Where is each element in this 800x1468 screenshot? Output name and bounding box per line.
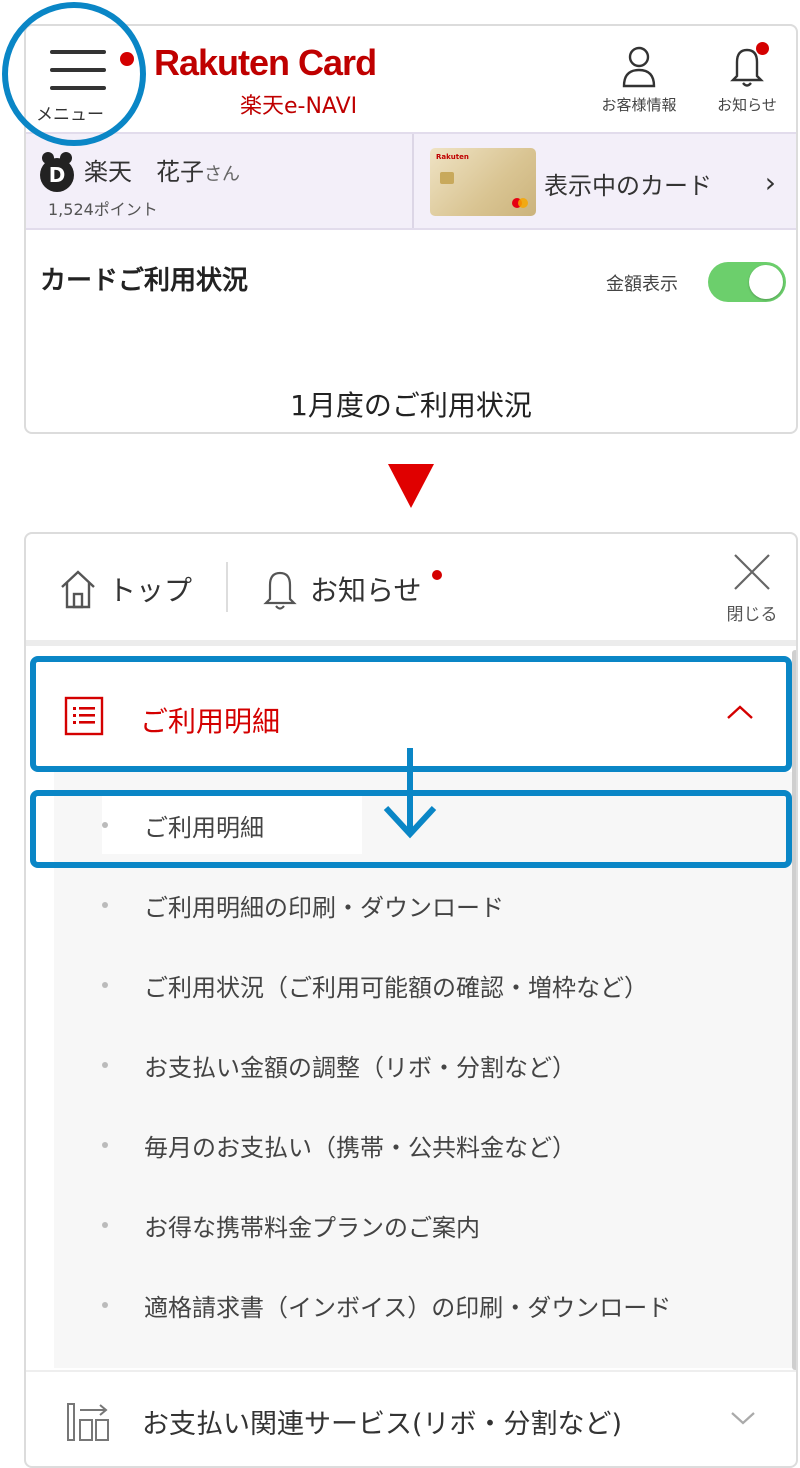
submenu-item[interactable]: 適格請求書（インボイス）の印刷・ダウンロード (54, 1274, 796, 1334)
close-button[interactable]: 閉じる (722, 552, 782, 632)
bullet-icon (102, 1062, 108, 1068)
bullet-icon (102, 982, 108, 988)
bullet-icon (102, 1222, 108, 1228)
menu-divider (26, 640, 796, 646)
section-payment-services[interactable]: お支払い関連サービス(リボ・分割など) (26, 1370, 796, 1466)
notice-button[interactable]: お知らせ (702, 42, 792, 115)
nav-divider (226, 562, 228, 612)
close-label: 閉じる (726, 605, 778, 625)
customer-info-label: お客様情報 (601, 96, 677, 114)
user-name: 楽天 花子さん (84, 152, 240, 187)
customer-info-button[interactable]: お客様情報 (594, 44, 684, 115)
amount-toggle[interactable] (708, 262, 786, 302)
user-name-text: 楽天 花子 (84, 158, 204, 186)
nav-top-label: トップ (108, 574, 193, 607)
bullet-icon (102, 1142, 108, 1148)
amount-toggle-label: 金額表示 (606, 274, 678, 295)
user-points: 1,524ポイント (48, 200, 158, 219)
submenu-item[interactable]: ご利用明細の印刷・ダウンロード (54, 874, 796, 934)
submenu-item-label: ご利用状況（ご利用可能額の確認・増枠など） (144, 974, 648, 1002)
menu-scrollbar[interactable] (792, 650, 796, 1370)
rank-badge-icon: D (40, 152, 74, 192)
menu-highlight-circle (2, 2, 146, 146)
month-usage-text[interactable]: 1月度のご利用状況 (26, 384, 796, 424)
section-payment-services-label: お支払い関連サービス(リボ・分割など) (142, 1409, 623, 1440)
submenu-item-label: お得な携帯料金プランのご案内 (144, 1214, 480, 1242)
home-icon (61, 570, 95, 609)
news-dot (432, 570, 442, 580)
userbar-divider (412, 134, 414, 228)
user-honorific: さん (204, 164, 240, 185)
notice-dot (756, 42, 769, 55)
submenu-item-label: お支払い金額の調整（リボ・分割など） (144, 1054, 576, 1082)
submenu-item-label: 毎月のお支払い（携帯・公共料金など） (144, 1134, 576, 1162)
user-bar: D 楽天 花子さん 1,524ポイント Rakuten 表示中のカード › (26, 132, 796, 230)
nav-top-link[interactable]: トップ (58, 564, 192, 614)
payment-service-icon (67, 1403, 109, 1441)
brand-logo[interactable]: Rakuten Card (154, 42, 377, 84)
close-icon (734, 554, 770, 590)
brand-subtitle: 楽天e-NAVI (240, 94, 358, 119)
nav-news-label: お知らせ (310, 574, 422, 607)
notice-label: お知らせ (717, 96, 777, 114)
current-card-label[interactable]: 表示中のカード (544, 166, 712, 201)
submenu-item-label: 適格請求書（インボイス）の印刷・ダウンロード (144, 1294, 672, 1322)
submenu-item-label: ご利用明細の印刷・ダウンロード (144, 894, 504, 922)
nav-news-link[interactable]: お知らせ (262, 564, 442, 614)
credit-card-image[interactable]: Rakuten (430, 148, 536, 216)
submenu-item[interactable]: お得な携帯料金プランのご案内 (54, 1194, 796, 1254)
pointer-arrow-icon (383, 748, 437, 839)
submenu-item[interactable]: ご利用状況（ご利用可能額の確認・増枠など） (54, 954, 796, 1014)
chevron-down-icon (731, 1412, 755, 1425)
usage-title: カードご利用状況 (40, 266, 249, 296)
bullet-icon (102, 1302, 108, 1308)
bell-icon (263, 571, 297, 610)
person-icon (622, 46, 656, 88)
chevron-right-icon[interactable]: › (765, 166, 776, 199)
submenu-item[interactable]: お支払い金額の調整（リボ・分割など） (54, 1034, 796, 1094)
step-arrow-icon (388, 464, 434, 508)
bullet-icon (102, 902, 108, 908)
submenu-item[interactable]: 毎月のお支払い（携帯・公共料金など） (54, 1114, 796, 1174)
menu-top-bar: トップ お知らせ 閉じる (26, 534, 796, 640)
toggle-knob (749, 265, 783, 299)
